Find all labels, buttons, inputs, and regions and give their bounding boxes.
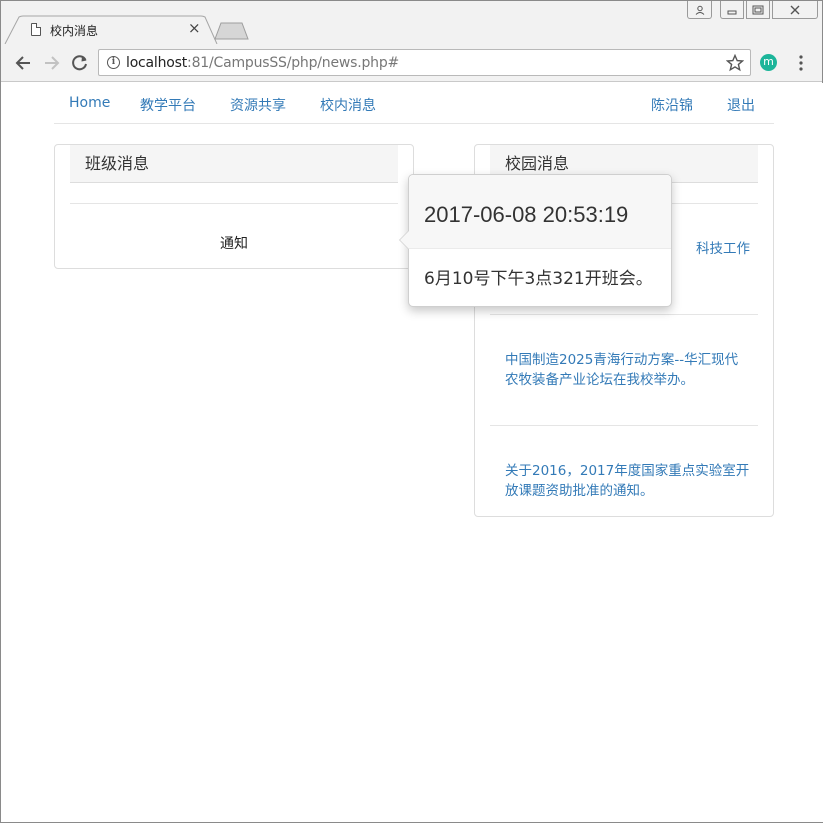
new-tab-button[interactable]: [214, 22, 250, 40]
news-link[interactable]: 关于2016，2017年度国家重点实验室开放课题资助批准的通知。: [505, 461, 750, 501]
popover-arrow: [399, 230, 409, 250]
message-popover: 2017-06-08 20:53:19 6月10号下午3点321开班会。: [399, 174, 672, 307]
nav-home[interactable]: Home: [69, 95, 110, 111]
menu-dots-icon[interactable]: [798, 55, 804, 71]
divider: [490, 314, 758, 315]
nav-logout[interactable]: 退出: [727, 95, 755, 115]
browser-toolbar: i localhost:81/CampusSS/php/news.php# m: [1, 44, 822, 82]
forward-arrow-icon[interactable]: [43, 54, 61, 72]
tab-strip: 校内消息 ×: [1, 1, 822, 45]
divider: [70, 203, 398, 204]
popover-title: 2017-06-08 20:53:19: [409, 175, 671, 249]
class-message-link[interactable]: 通知: [55, 233, 413, 253]
site-navbar: Home 教学平台 资源共享 校内消息 陈沿锦 退出: [54, 83, 774, 124]
browser-window: 校内消息 × i localhost:81/CampusSS/php/news.…: [0, 0, 823, 823]
page-content: Home 教学平台 资源共享 校内消息 陈沿锦 退出 班级消息 通知 校园消息 …: [2, 83, 823, 822]
minimize-icon[interactable]: [720, 1, 744, 19]
nav-user-name[interactable]: 陈沿锦: [651, 95, 693, 115]
tab-title: 校内消息: [50, 24, 99, 38]
nav-teaching-platform[interactable]: 教学平台: [140, 95, 196, 115]
maximize-icon[interactable]: [746, 1, 770, 19]
nav-resource-sharing[interactable]: 资源共享: [230, 95, 286, 115]
divider: [490, 425, 758, 426]
tab-close-icon[interactable]: ×: [188, 20, 201, 36]
address-bar[interactable]: i localhost:81/CampusSS/php/news.php#: [98, 49, 751, 76]
reload-icon[interactable]: [71, 54, 89, 72]
close-window-icon[interactable]: [772, 1, 818, 19]
panel-heading: 班级消息: [70, 145, 398, 183]
profile-icon[interactable]: [687, 1, 712, 19]
class-messages-panel: 班级消息 通知: [54, 144, 414, 269]
nav-campus-news[interactable]: 校内消息: [320, 95, 376, 115]
extension-icon[interactable]: m: [760, 54, 777, 71]
news-link[interactable]: 中国制造2025青海行动方案--华汇现代农牧装备产业论坛在我校举办。: [505, 350, 750, 390]
page-icon: [31, 23, 41, 36]
popover-content: 6月10号下午3点321开班会。: [424, 269, 653, 289]
bookmark-star-icon[interactable]: [726, 54, 744, 72]
back-arrow-icon[interactable]: [14, 54, 32, 72]
info-icon[interactable]: i: [107, 56, 120, 69]
url-text[interactable]: localhost:81/CampusSS/php/news.php#: [126, 55, 399, 71]
window-controls: [687, 1, 818, 19]
